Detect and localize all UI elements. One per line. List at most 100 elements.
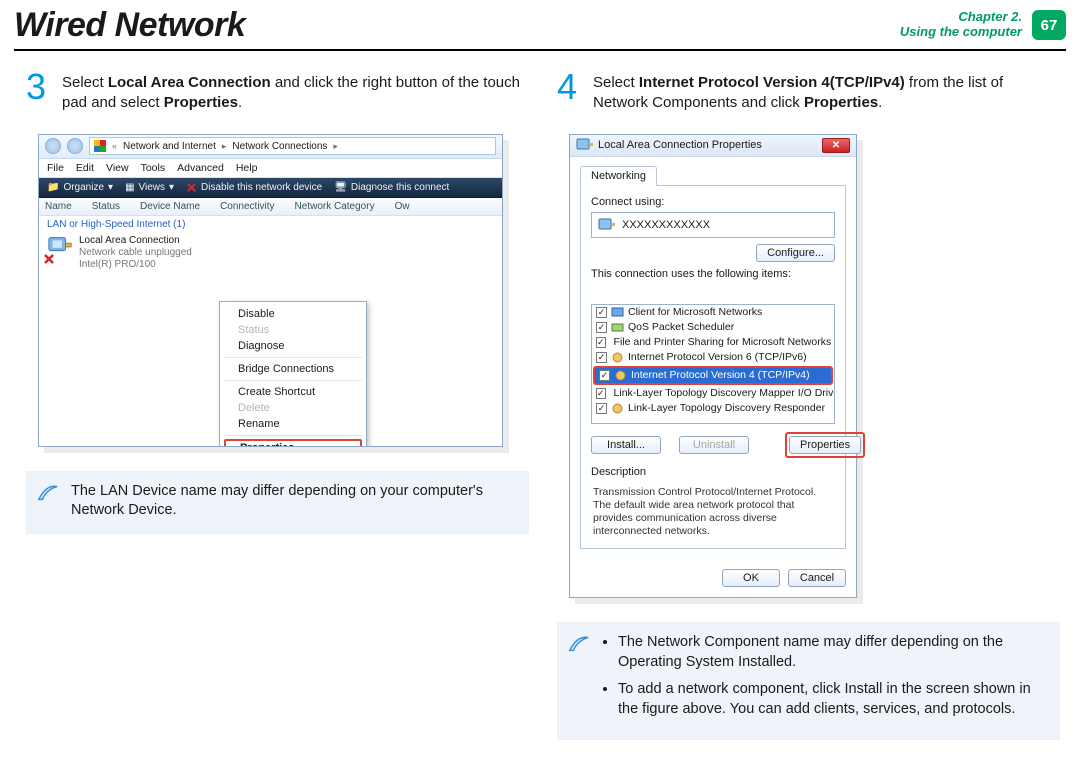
chapter-info: Chapter 2. Using the computer 67 — [900, 10, 1066, 40]
adapter-name: XXXXXXXXXXXX — [622, 219, 710, 231]
breadcrumb[interactable]: « Network and Internet ▸ Network Connect… — [89, 137, 496, 155]
views-button[interactable]: ▦ Views ▾ — [125, 182, 174, 193]
checkbox-icon[interactable]: ✓ — [596, 352, 607, 363]
checkbox-icon[interactable]: ✓ — [596, 307, 607, 318]
close-button[interactable]: ✕ — [822, 138, 850, 153]
lan-group-label: LAN or High-Speed Internet (1) — [39, 216, 502, 233]
chapter-line2: Using the computer — [900, 25, 1022, 40]
item-buttons: Install... Uninstall Properties — [591, 432, 835, 458]
install-button[interactable]: Install... — [591, 436, 661, 454]
tab-strip: Networking — [570, 157, 856, 185]
adapter-field: XXXXXXXXXXXX — [591, 212, 835, 238]
chevron-right-icon: ▸ — [220, 141, 229, 152]
ctx-bridge[interactable]: Bridge Connections — [220, 361, 366, 377]
list-item[interactable]: ✓ Internet Protocol Version 6 (TCP/IPv6) — [592, 350, 834, 365]
window-addressbar: « Network and Internet ▸ Network Connect… — [39, 135, 502, 159]
list-item[interactable]: ✓ QoS Packet Scheduler — [592, 320, 834, 335]
menu-view[interactable]: View — [106, 162, 129, 174]
col-name[interactable]: Name — [45, 201, 92, 212]
dialog-titlebar: Local Area Connection Properties ✕ — [570, 135, 856, 157]
context-menu: Disable Status Diagnose Bridge Connectio… — [219, 301, 367, 446]
tab-networking[interactable]: Networking — [580, 166, 657, 186]
step-4: 4 Select Internet Protocol Version 4(TCP… — [557, 69, 1060, 114]
page-number-badge: 67 — [1032, 10, 1066, 40]
protocol-icon — [611, 402, 624, 415]
ctx-delete: Delete — [220, 400, 366, 416]
highlight-frame: Properties — [785, 432, 865, 458]
step-number-3: 3 — [26, 69, 54, 114]
checkbox-icon[interactable]: ✓ — [596, 388, 606, 399]
checkbox-icon[interactable]: ✓ — [599, 370, 610, 381]
description-label: Description — [591, 466, 835, 478]
chevron-right-icon: « — [110, 141, 119, 151]
menu-bar: File Edit View Tools Advanced Help — [39, 159, 502, 178]
list-item[interactable]: ✓ Link-Layer Topology Discovery Responde… — [592, 401, 834, 416]
breadcrumb-seg1: Network and Internet — [123, 141, 216, 152]
connection-row[interactable]: Local Area Connection Network cable unpl… — [39, 233, 502, 273]
step-3: 3 Select Local Area Connection and click… — [26, 69, 529, 114]
menu-advanced[interactable]: Advanced — [177, 162, 224, 174]
qos-icon — [611, 321, 624, 334]
ctx-properties[interactable]: Properties — [224, 439, 362, 446]
nav-forward-button[interactable] — [67, 138, 83, 154]
note-box-1: The LAN Device name may differ depending… — [26, 471, 529, 534]
items-label: This connection uses the following items… — [591, 262, 835, 280]
list-item[interactable]: ✓ File and Printer Sharing for Microsoft… — [592, 335, 834, 350]
col-owner[interactable]: Ow — [395, 201, 430, 212]
col-status[interactable]: Status — [92, 201, 140, 212]
uninstall-button: Uninstall — [679, 436, 749, 454]
description-text: Transmission Control Protocol/Internet P… — [591, 482, 835, 539]
organize-button[interactable]: 📁 Organize ▾ — [47, 182, 113, 193]
description-group: Description Transmission Control Protoco… — [591, 466, 835, 539]
ctx-rename[interactable]: Rename — [220, 416, 366, 432]
checkbox-icon[interactable]: ✓ — [596, 322, 607, 333]
col-devicename[interactable]: Device Name — [140, 201, 220, 212]
ctx-diagnose[interactable]: Diagnose — [220, 338, 366, 354]
header-divider — [14, 49, 1066, 51]
connection-adapter: Intel(R) PRO/100 — [79, 259, 192, 271]
dialog-title: Local Area Connection Properties — [598, 139, 762, 151]
ctx-shortcut[interactable]: Create Shortcut — [220, 384, 366, 400]
page-title: Wired Network — [14, 6, 245, 45]
checkbox-icon[interactable]: ✓ — [596, 337, 606, 348]
ctx-disable[interactable]: Disable — [220, 306, 366, 322]
breadcrumb-seg2: Network Connections — [232, 141, 327, 152]
col-category[interactable]: Network Category — [295, 201, 395, 212]
protocol-icon — [611, 351, 624, 364]
menu-help[interactable]: Help — [236, 162, 258, 174]
connect-using-label: Connect using: — [591, 196, 835, 208]
note-2-list: The Network Component name may differ de… — [602, 633, 1045, 727]
note-icon — [568, 633, 590, 727]
network-icon — [576, 137, 594, 153]
nav-back-button[interactable] — [45, 138, 61, 154]
configure-button[interactable]: Configure... — [756, 244, 835, 262]
note-2-bullet-2: To add a network component, click Instal… — [618, 680, 1045, 719]
checkbox-icon[interactable]: ✓ — [596, 403, 607, 414]
tab-panel: Connect using: XXXXXXXXXXXX Configure...… — [580, 185, 846, 550]
properties-button[interactable]: Properties — [789, 436, 861, 454]
disconnected-icon — [43, 253, 55, 265]
menu-tools[interactable]: Tools — [141, 162, 166, 174]
cancel-button[interactable]: Cancel — [788, 569, 846, 587]
ok-button[interactable]: OK — [722, 569, 780, 587]
step-4-text: Select Internet Protocol Version 4(TCP/I… — [593, 69, 1060, 114]
col-connectivity[interactable]: Connectivity — [220, 201, 294, 212]
diagnose-button[interactable]: 🖥 Diagnose this connect — [334, 182, 449, 193]
step-3-text: Select Local Area Connection and click t… — [62, 69, 529, 114]
ctx-status: Status — [220, 322, 366, 338]
list-item[interactable]: ✓ Link-Layer Topology Discovery Mapper I… — [592, 386, 834, 401]
items-listbox[interactable]: ✓ Client for Microsoft Networks ✓ QoS Pa… — [591, 304, 835, 424]
menu-edit[interactable]: Edit — [76, 162, 94, 174]
list-item-selected[interactable]: ✓ Internet Protocol Version 4 (TCP/IPv4) — [595, 368, 831, 383]
network-connections-window: « Network and Internet ▸ Network Connect… — [38, 134, 503, 447]
client-icon — [611, 306, 624, 319]
note-box-2: The Network Component name may differ de… — [557, 622, 1060, 740]
windows-logo-icon — [94, 140, 106, 152]
disable-device-button[interactable]: Disable this network device — [186, 182, 322, 193]
menu-file[interactable]: File — [47, 162, 64, 174]
connection-text: Local Area Connection Network cable unpl… — [79, 235, 192, 271]
adapter-icon — [598, 217, 616, 233]
list-item[interactable]: ✓ Client for Microsoft Networks — [592, 305, 834, 320]
step-number-4: 4 — [557, 69, 585, 114]
dialog-buttons: OK Cancel — [570, 559, 856, 597]
